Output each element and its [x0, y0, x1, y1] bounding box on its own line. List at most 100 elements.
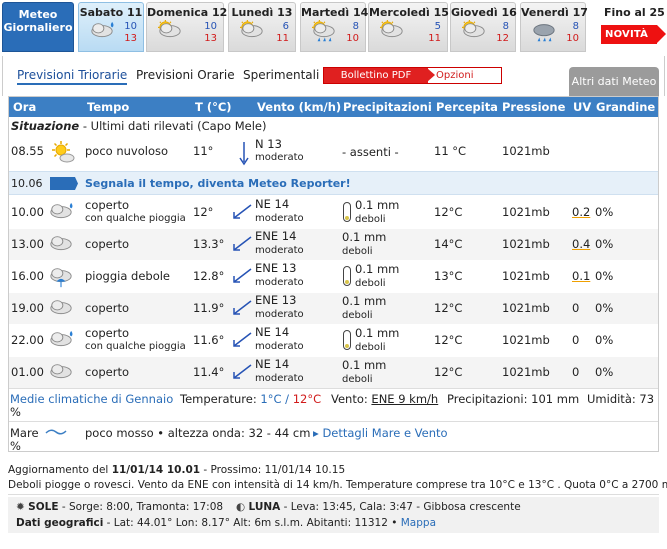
- day-tab[interactable]: Giovedì 16 8 12: [450, 2, 517, 52]
- dettagli-mare-label: Dettagli Mare e Vento: [322, 426, 448, 440]
- row-uv: 0.2: [572, 205, 591, 219]
- day-tab[interactable]: Sabato 11 10 13: [78, 2, 144, 52]
- current-wind: N 13: [255, 137, 282, 151]
- row-tempo: coperto: [85, 301, 130, 315]
- flag-icon: [50, 177, 78, 190]
- day-icon-wrap: [459, 20, 489, 44]
- meteo-reporter-banner[interactable]: 10.06 Segnala il tempo, diventa Meteo Re…: [9, 171, 658, 195]
- row-grandine: 0%: [595, 365, 614, 379]
- sun-cloud-icon: [462, 20, 485, 38]
- update-info: Aggiornamento del 11/01/14 10.01 - Pross…: [8, 464, 345, 476]
- day-name: Martedì 14: [301, 6, 369, 19]
- col-temp: T (°C): [195, 100, 232, 114]
- row-precip-desc: deboli: [355, 278, 386, 289]
- reporter-link[interactable]: Segnala il tempo, diventa Meteo Reporter…: [85, 177, 351, 190]
- row-precip-desc: deboli: [342, 310, 373, 321]
- col-uv: UV: [573, 100, 592, 114]
- day-temp-max: 5: [434, 21, 441, 32]
- tab-previsioni-triorarie[interactable]: Previsioni Triorarie: [17, 68, 128, 85]
- day-tab[interactable]: Lunedì 13 6 11: [228, 2, 296, 52]
- dettagli-mare-link[interactable]: ▸ Dettagli Mare e Vento: [313, 426, 448, 440]
- cloud-heavy-rain-icon: [533, 24, 555, 42]
- table-row: 10.00 coperto con qualche pioggia 12° NE…: [9, 197, 658, 228]
- day-tab[interactable]: Venerdì 17 8 10: [520, 2, 588, 52]
- row-precip: 0.1 mm: [355, 326, 400, 340]
- novita-button[interactable]: NOVITÀ: [601, 25, 666, 44]
- day-temp-max: 10: [204, 21, 217, 32]
- row-wind-desc: moderato: [255, 341, 304, 352]
- wind-arrow-icon: [233, 204, 252, 219]
- row-precip-desc: deboli: [342, 246, 373, 257]
- cloud-umbrella-icon: [50, 268, 72, 288]
- wind-arrow-icon: [233, 300, 252, 315]
- mappa-link[interactable]: Mappa: [401, 517, 436, 529]
- day-temp-max: 8: [572, 21, 579, 32]
- bollettino-pdf-button[interactable]: Bollettino PDF Opzioni: [323, 67, 502, 84]
- meteo-label: Meteo: [18, 8, 58, 21]
- tab-sperimentali[interactable]: Sperimentali: [243, 68, 319, 82]
- row-icon-wrap: [47, 265, 75, 292]
- rain-gauge: [343, 330, 351, 350]
- mare-pct: %: [10, 439, 21, 453]
- situazione-text: - Ultimi dati rilevati (Capo Mele): [79, 119, 267, 133]
- row-grandine: 0%: [595, 237, 614, 251]
- day-tab[interactable]: Domenica 12 10 13: [146, 2, 228, 52]
- row-precip: 0.1 mm: [342, 230, 387, 244]
- sun-info: ✹ SOLE - Sorge: 8:00, Tramonta: 17:08: [16, 501, 223, 513]
- sun-cloud-icon: [158, 20, 181, 38]
- row-precip: 0.1 mm: [355, 262, 400, 276]
- row-pressione: 1021mb: [502, 333, 550, 347]
- row-temp: 13.3°: [193, 237, 225, 251]
- forecast-table: Ora Tempo T (°C) Vento (km/h) Precipitaz…: [8, 96, 659, 453]
- meteo-giornaliero-tab[interactable]: Meteo Giornaliero: [2, 2, 74, 52]
- row-wind: ENE 13: [255, 293, 297, 307]
- forecast-description: Deboli piogge o rovesci. Vento da ENE co…: [8, 479, 667, 491]
- sun-cloud-rain-icon: [312, 20, 335, 42]
- wind-arrow-icon: [233, 268, 252, 283]
- row-pressione: 1021mb: [502, 237, 550, 251]
- day-icon-wrap: [309, 20, 339, 44]
- altri-dati-meteo-tab[interactable]: Altri dati Meteo: [569, 67, 659, 97]
- row-tempo: coperto: [85, 237, 130, 251]
- medie-climatiche-link[interactable]: Medie climatiche di Gennaio: [10, 392, 173, 406]
- day-name: Sabato 11: [79, 6, 143, 19]
- clima-temp-slash: /: [281, 392, 293, 406]
- sub-navigation: Previsioni Triorarie Previsioni Orarie S…: [2, 56, 665, 96]
- update-prefix: Aggiornamento del: [8, 464, 112, 476]
- clima-precipitazioni: Precipitazioni: 101 mm: [447, 392, 580, 406]
- fino-al-label: Fino al 25: [604, 6, 665, 19]
- row-grandine: 0%: [595, 301, 614, 315]
- climate-averages-row: Medie climatiche di Gennaio Temperature:…: [9, 388, 658, 419]
- row-uv: 0.1: [572, 269, 591, 283]
- day-name: Lunedì 13: [231, 6, 293, 19]
- row-precip: 0.1 mm: [342, 358, 387, 372]
- current-observation-row: 08.55 poco nuvoloso 11° N 13 moderato - …: [9, 137, 658, 169]
- clima-umidita: Umidità: 73: [587, 392, 655, 406]
- day-name: Domenica 12: [147, 6, 228, 19]
- play-icon: ▸: [313, 426, 319, 440]
- current-pressione: 1021mb: [502, 144, 550, 158]
- table-row: 13.00 coperto 13.3° ENE 14 moderato 0.1 …: [9, 229, 658, 260]
- sun-cloud-icon: [52, 141, 75, 163]
- sea-conditions-row: Mare poco mosso • altezza onda: 32 - 44 …: [9, 421, 658, 453]
- day-tab[interactable]: Mercoledì 15 5 11: [368, 2, 449, 52]
- row-uv: 0: [572, 333, 580, 347]
- row-wind: ENE 13: [255, 261, 297, 275]
- clima-vento: Vento: ENE 9 km/h: [331, 392, 438, 406]
- row-grandine: 0%: [595, 269, 614, 283]
- row-precip-desc: deboli: [355, 214, 386, 225]
- row-tempo: coperto: [85, 198, 130, 212]
- col-precipitazioni: Precipitazioni: [343, 100, 432, 114]
- opzioni-label[interactable]: Opzioni: [436, 68, 473, 83]
- rain-gauge: [343, 202, 351, 222]
- tab-previsioni-orarie[interactable]: Previsioni Orarie: [136, 68, 235, 82]
- row-precip-desc: deboli: [342, 374, 373, 385]
- row-uv: 0: [572, 365, 580, 379]
- day-name: Venerdì 17: [521, 6, 588, 19]
- day-tab[interactable]: Martedì 14 8 10: [300, 2, 369, 52]
- day-name: Mercoledì 15: [369, 6, 449, 19]
- row-percepita: 12°C: [434, 365, 463, 379]
- day-name: Giovedì 16: [451, 6, 517, 19]
- current-precip: - assenti -: [342, 145, 399, 159]
- row-precip-desc: deboli: [355, 342, 386, 353]
